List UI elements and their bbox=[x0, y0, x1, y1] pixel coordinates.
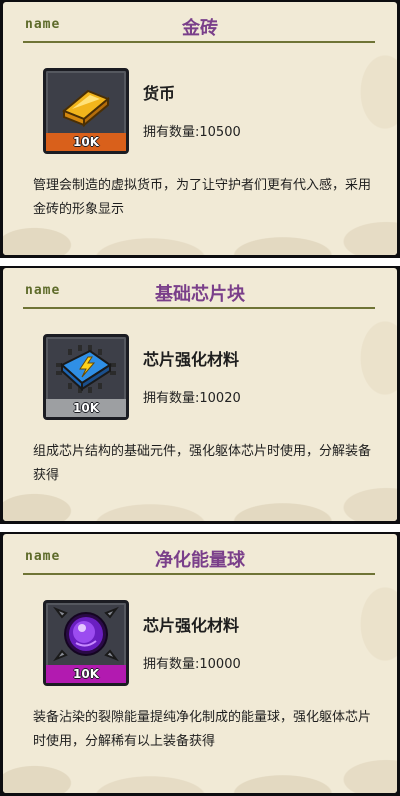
item-card-chip-block: name 基础芯片块 10K 芯片强化材料 拥有数量:10020 组成芯片结构的… bbox=[0, 266, 400, 524]
title-divider bbox=[23, 41, 375, 43]
item-icon-slot[interactable]: 10K bbox=[43, 334, 129, 420]
item-type: 芯片强化材料 bbox=[143, 350, 240, 369]
item-description: 组成芯片结构的基础元件，强化躯体芯片时使用，分解装备获得 bbox=[33, 444, 372, 483]
item-type: 芯片强化材料 bbox=[143, 616, 240, 635]
item-quantity: 拥有数量:10000 bbox=[143, 657, 241, 672]
title-divider bbox=[23, 573, 375, 575]
item-icon-slot[interactable]: 10K bbox=[43, 600, 129, 686]
gold-bar-icon bbox=[62, 89, 110, 128]
item-title: 基础芯片块 bbox=[155, 284, 245, 305]
card-paper: name 金砖 10K 货币 拥有数量:10500 管理会制造的虚拟货币，为了让… bbox=[3, 2, 397, 255]
card-paper: name 净化能量球 10K 芯片强化材料 拥有数量:10000 装备沾染的裂隙 bbox=[3, 534, 397, 793]
item-quantity: 拥有数量:10500 bbox=[143, 125, 241, 140]
item-description: 管理会制造的虚拟货币，为了让守护者们更有代入感，采用金砖的形象显示 bbox=[33, 178, 372, 217]
item-description: 装备沾染的裂隙能量提纯净化制成的能量球，强化躯体芯片时使用，分解稀有以上装备获得 bbox=[33, 710, 372, 749]
card-paper: name 基础芯片块 10K 芯片强化材料 拥有数量:10020 组成芯片结构的… bbox=[3, 268, 397, 521]
item-card-energy-orb: name 净化能量球 10K 芯片强化材料 拥有数量:10000 装备沾染的裂隙 bbox=[0, 532, 400, 796]
stack-badge: 10K bbox=[46, 133, 126, 151]
title-divider bbox=[23, 307, 375, 309]
item-type: 货币 bbox=[143, 84, 176, 103]
item-icon-slot[interactable]: 10K bbox=[43, 68, 129, 154]
item-title: 金砖 bbox=[182, 18, 218, 39]
item-card-gold-bar: name 金砖 10K 货币 拥有数量:10500 管理会制造的虚拟货币，为了让… bbox=[0, 0, 400, 258]
stack-badge: 10K bbox=[46, 665, 126, 683]
item-title: 净化能量球 bbox=[155, 550, 245, 571]
chip-block-icon bbox=[56, 345, 116, 393]
item-quantity: 拥有数量:10020 bbox=[143, 391, 241, 406]
stack-badge: 10K bbox=[46, 399, 126, 417]
energy-orb-icon bbox=[53, 606, 119, 662]
